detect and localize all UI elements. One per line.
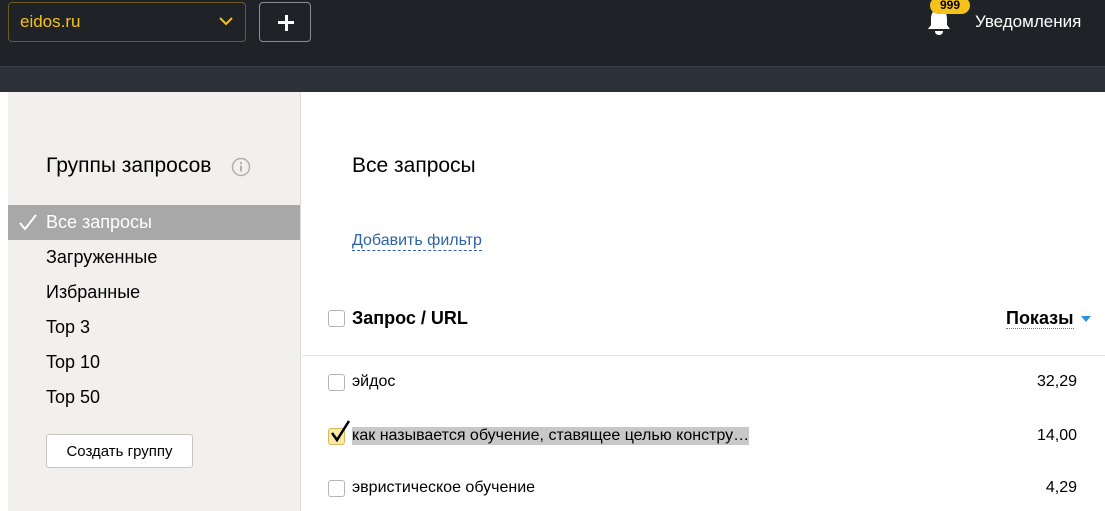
chevron-down-icon xyxy=(219,17,233,26)
header-strip xyxy=(0,66,1105,92)
add-filter-link[interactable]: Добавить фильтр xyxy=(352,232,482,251)
sidebar: Группы запросов Все запросы Загруженные … xyxy=(8,92,301,511)
notifications-link[interactable]: Уведомления xyxy=(975,12,1081,32)
sidebar-item-uploaded[interactable]: Загруженные xyxy=(8,240,300,275)
shows-value: 14,00 xyxy=(1036,427,1077,444)
column-header-shows[interactable]: Показы xyxy=(1006,308,1074,329)
notification-badge: 999 xyxy=(930,0,970,14)
sidebar-item-top10[interactable]: Top 10 xyxy=(8,345,300,380)
sidebar-item-label: Все запросы xyxy=(46,212,152,232)
sidebar-item-label: Top 50 xyxy=(46,387,101,407)
sidebar-item-label: Top 10 xyxy=(46,352,101,372)
top-bar: eidos.ru 999 Уведомления xyxy=(0,0,1105,66)
check-icon xyxy=(19,214,37,231)
add-site-button[interactable] xyxy=(259,2,311,42)
sidebar-item-favorites[interactable]: Избранные xyxy=(8,275,300,310)
site-select-value: eidos.ru xyxy=(20,12,81,31)
sort-down-icon[interactable] xyxy=(1080,315,1092,323)
query-text[interactable]: эйдос xyxy=(352,373,395,391)
row-checkbox[interactable] xyxy=(328,480,345,497)
sidebar-item-label: Избранные xyxy=(46,282,141,302)
row-checkbox[interactable] xyxy=(328,420,351,445)
column-header-query: Запрос / URL xyxy=(352,308,468,328)
query-text[interactable]: как называется обучение, ставящее целью … xyxy=(352,427,750,445)
sidebar-item-top50[interactable]: Top 50 xyxy=(8,380,300,415)
sidebar-item-top3[interactable]: Top 3 xyxy=(8,310,300,345)
query-text[interactable]: эвристическое обучение xyxy=(352,479,535,497)
sidebar-item-label: Загруженные xyxy=(46,247,158,267)
shows-value: 32,29 xyxy=(1036,373,1077,390)
sidebar-title: Группы запросов xyxy=(46,154,212,177)
row-checkbox[interactable] xyxy=(328,374,345,391)
info-icon[interactable] xyxy=(231,157,251,177)
sidebar-item-all-queries[interactable]: Все запросы xyxy=(8,205,300,240)
header-divider xyxy=(302,355,1105,356)
sidebar-item-label: Top 3 xyxy=(46,317,91,337)
check-icon xyxy=(330,420,351,443)
page-title: Все запросы xyxy=(352,154,476,177)
site-select[interactable]: eidos.ru xyxy=(8,2,246,42)
select-all-checkbox[interactable] xyxy=(328,310,345,327)
shows-value: 4,29 xyxy=(1045,479,1077,496)
create-group-button[interactable]: Создать группу xyxy=(46,434,193,468)
